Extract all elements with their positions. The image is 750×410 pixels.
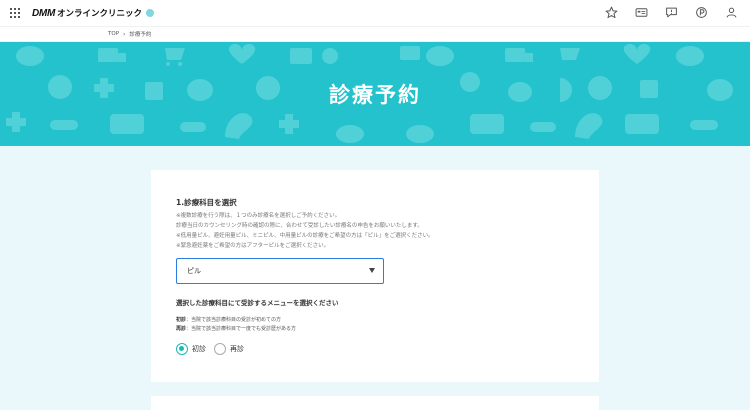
breadcrumb: TOP › 診療予約 xyxy=(0,26,750,42)
menu-grid-icon[interactable] xyxy=(10,8,20,18)
point-icon[interactable] xyxy=(695,6,708,19)
caret-down-icon xyxy=(369,268,375,273)
header-icons xyxy=(605,6,738,19)
form-card: 1.診療科目を選択 ※複数診療を行う際は、１つのみ診療名を選択しご予約ください。… xyxy=(151,170,599,382)
radio-checked-icon[interactable] xyxy=(176,343,188,355)
notes-block: ※複数診療を行う際は、１つのみ診療名を選択しご予約ください。 診療当日のカウンセ… xyxy=(176,211,596,251)
breadcrumb-top-link[interactable]: TOP xyxy=(108,31,119,37)
radio-unchecked-icon[interactable] xyxy=(214,343,226,355)
note-line: 診療当日のカウンセリング時の確認の際に、合わせて受診したい診療名の申告をお願いい… xyxy=(176,223,423,229)
department-select[interactable]: ピル xyxy=(176,258,384,284)
breadcrumb-separator: › xyxy=(123,30,126,38)
menu-heading: 選択した診療科目にて受診するメニューを選択ください xyxy=(176,299,339,307)
site-logo[interactable]: DMM オンラインクリニック xyxy=(32,7,154,19)
radio-return-visit[interactable]: 再診 xyxy=(214,343,244,355)
breadcrumb-current: 診療予約 xyxy=(129,32,152,38)
note-line: ※複数診療を行う際は、１つのみ診療名を選択しご予約ください。 xyxy=(176,213,341,219)
page-title: 診療予約 xyxy=(329,83,421,107)
user-icon[interactable] xyxy=(725,6,738,19)
department-select-value: ピル xyxy=(187,267,201,275)
visit-type-descriptions: 初診：当院で該当診療科目の受診が初めての方 再診：当院で該当診療科目で一度でも受… xyxy=(176,316,296,334)
description-term: 初診 xyxy=(176,317,187,323)
radio-label: 初診 xyxy=(192,345,206,353)
radio-first-visit[interactable]: 初診 xyxy=(176,343,206,355)
description-line: 再診：当院で該当診療科目で一度でも受診歴がある方 xyxy=(176,325,296,334)
visit-type-radio-group: 初診 再診 xyxy=(176,343,244,355)
logo-brand: DMM xyxy=(32,7,55,19)
note-line: ※低用量ピル、避妊用量ピル、ミニピル、中用量ピルの診療をご希望の方は「ピル」をご… xyxy=(176,233,434,239)
next-form-card xyxy=(151,396,599,410)
section-heading: 1.診療科目を選択 xyxy=(176,198,237,207)
star-icon[interactable] xyxy=(605,6,618,19)
chat-icon[interactable] xyxy=(665,6,678,19)
description-term: 再診 xyxy=(176,326,187,332)
description-line: 初診：当院で該当診療科目の受診が初めての方 xyxy=(176,316,296,325)
note-line: ※緊急避妊薬をご希望の方はアフターピルをご選択ください。 xyxy=(176,243,330,249)
radio-label: 再診 xyxy=(230,345,244,353)
top-bar: DMM オンラインクリニック xyxy=(0,0,750,26)
logo-mark-icon xyxy=(146,9,154,17)
description-text: ：当院で該当診療科目の受診が初めての方 xyxy=(186,317,282,323)
id-card-icon[interactable] xyxy=(635,6,648,19)
description-text: ：当院で該当診療科目で一度でも受診歴がある方 xyxy=(186,326,297,332)
logo-text: オンラインクリニック xyxy=(56,9,142,19)
hero-banner: 診療予約 xyxy=(0,42,750,146)
